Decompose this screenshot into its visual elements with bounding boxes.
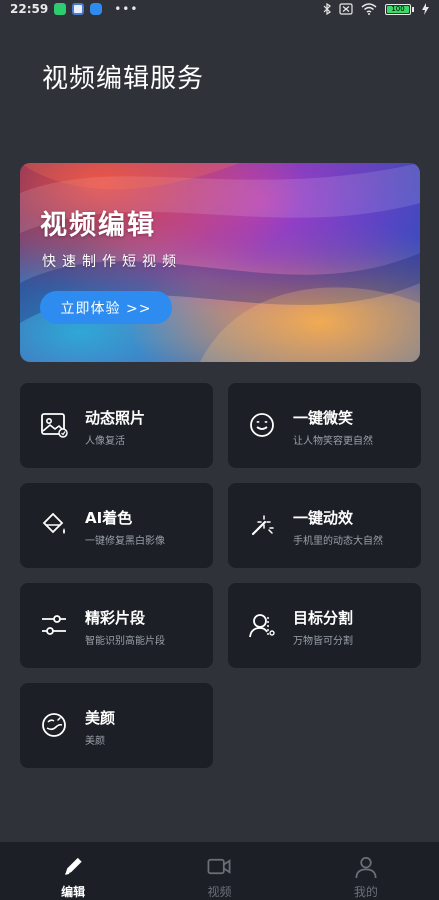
no-sim-icon [339,3,353,15]
card-desc: 人像复活 [85,436,125,447]
photo-icon [41,413,68,438]
feature-card-dynamic-photo[interactable]: 动态照片 人像复活 [20,383,213,468]
battery-indicator: 100 [385,3,414,15]
card-title: 目标分割 [293,609,354,627]
feature-card-motion-effect[interactable]: 一键动效 手机里的动态大自然 [228,483,421,568]
notification-app-icon [72,3,85,15]
card-desc: 手机里的动态大自然 [293,536,383,547]
feature-card-segmentation[interactable]: 目标分割 万物皆可分割 [228,583,421,668]
banner-subtitle: 快速制作短视频 [42,254,182,270]
status-time: 22:59 [10,2,49,16]
card-title: AI着色 [85,509,133,527]
user-icon [355,856,377,879]
card-title: 精彩片段 [85,609,146,627]
battery-tip [412,6,414,12]
person-segment-icon [249,614,275,638]
paint-bucket-icon [42,512,65,534]
page-title: 视频编辑服务 [42,64,205,94]
try-now-button[interactable]: 立即体验 >> [40,291,172,324]
bottom-navigation: 编辑 视频 我的 [0,842,439,900]
sliders-icon [42,615,66,635]
video-camera-icon [208,858,231,875]
wifi-icon [361,3,377,15]
nav-label: 编辑 [61,885,86,899]
nav-label: 视频 [207,885,232,899]
magic-wand-icon [251,515,274,536]
status-bar: 22:59 ••• 100 [0,0,439,18]
card-title: 动态照片 [85,409,146,427]
card-desc: 万物皆可分割 [293,636,353,647]
nav-tab-edit[interactable]: 编辑 [0,842,146,900]
shield-app-icon [54,3,67,15]
more-notifications-icon: ••• [114,2,139,16]
card-title: 一键动效 [293,509,354,527]
nav-tab-profile[interactable]: 我的 [293,842,439,900]
battery-body: 100 [385,3,411,15]
battery-fill: 100 [387,5,409,13]
bluetooth-icon [323,3,331,15]
card-title: 一键微笑 [293,409,354,427]
card-title: 美颜 [85,709,116,727]
beauty-face-icon [42,713,66,737]
card-desc: 美颜 [85,736,105,747]
feature-card-ai-colorize[interactable]: AI着色 一键修复黑白影像 [20,483,213,568]
card-desc: 智能识别高能片段 [85,636,165,647]
feature-card-highlights[interactable]: 精彩片段 智能识别高能片段 [20,583,213,668]
card-desc: 一键修复黑白影像 [85,536,165,547]
promo-banner[interactable]: 视频编辑 快速制作短视频 立即体验 >> [20,163,420,362]
status-left: 22:59 ••• [10,2,138,16]
charging-icon [422,3,429,15]
card-desc: 让人物笑容更自然 [293,436,373,447]
smile-icon [250,413,274,437]
status-right: 100 [323,3,429,15]
feature-card-smile[interactable]: 一键微笑 让人物笑容更自然 [228,383,421,468]
nav-tab-video[interactable]: 视频 [146,842,292,900]
pencil-icon [65,857,82,875]
banner-title: 视频编辑 [40,210,156,241]
browser-app-icon [90,3,103,15]
feature-card-beauty[interactable]: 美颜 美颜 [20,683,213,768]
nav-label: 我的 [353,885,378,899]
